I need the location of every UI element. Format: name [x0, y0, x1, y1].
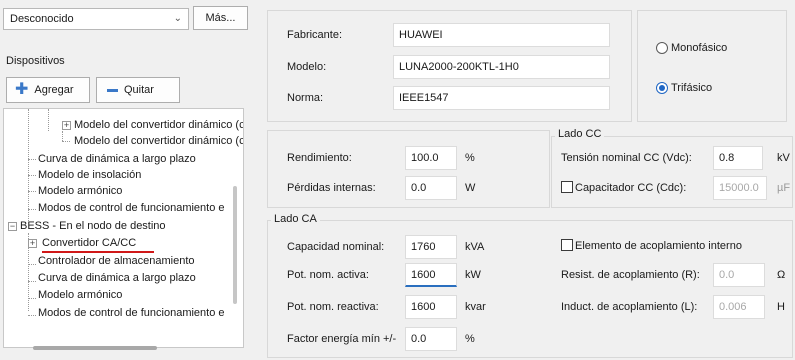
active-power-field[interactable]: 1600 [405, 263, 457, 287]
tree-item[interactable]: Modos de control de funcionamiento e [38, 200, 225, 216]
model-field[interactable]: LUNA2000-200KTL-1H0 [393, 55, 610, 79]
internal-losses-label: Pérdidas internas: [287, 182, 376, 194]
expand-icon[interactable]: + [62, 121, 71, 130]
devices-label: Dispositivos [6, 55, 65, 67]
active-power-unit: kW [465, 269, 481, 281]
tree-item[interactable]: Modelo armónico [38, 287, 122, 303]
coupling-inductance-unit: H [777, 301, 785, 313]
combo-value: Desconocido [10, 13, 74, 25]
more-button-label: Más... [205, 12, 236, 24]
dc-side-title: Lado CC [555, 128, 605, 140]
chevron-down-icon: ⌄ [173, 13, 182, 24]
standard-label: Norma: [287, 92, 324, 104]
minus-icon [107, 88, 118, 92]
tree-item[interactable]: Curva de dinámica a largo plazo [38, 151, 196, 167]
coupling-resistance-unit: Ω [777, 269, 786, 281]
dc-voltage-label: Tensión nominal CC (Vdc): [561, 152, 692, 164]
tree-item[interactable]: Curva de dinámica a largo plazo [38, 270, 196, 286]
device-tree[interactable]: + Modelo del convertidor dinámico (c Mod… [3, 108, 244, 348]
reactive-power-label: Pot. nom. reactiva: [287, 301, 379, 313]
tree-vertical-scrollbar[interactable] [233, 186, 237, 304]
remove-button[interactable]: Quitar [96, 77, 180, 103]
dc-capacitor-field[interactable]: 15000.0 [713, 176, 767, 200]
nominal-capacity-field[interactable]: 1760 [405, 235, 457, 259]
min-power-factor-label: Factor energía mín +/- [287, 333, 397, 345]
efficiency-unit: % [465, 152, 475, 164]
dc-voltage-field[interactable]: 0.8 [713, 146, 763, 170]
manufacturer-label: Fabricante: [287, 29, 343, 41]
reactive-power-field[interactable]: 1600 [405, 295, 457, 319]
triphase-label: Trifásico [671, 82, 713, 94]
coupling-resistance-field[interactable]: 0.0 [713, 263, 765, 287]
tree-item-bess[interactable]: BESS - En el nodo de destino [20, 218, 166, 234]
internal-losses-unit: W [465, 182, 476, 194]
tree-horizontal-scrollbar[interactable] [33, 346, 157, 350]
efficiency-field[interactable]: 100.0 [405, 146, 457, 170]
efficiency-label: Rendimiento: [287, 152, 352, 164]
device-type-combo[interactable]: Desconocido ⌄ [3, 8, 189, 30]
add-button[interactable]: ✚ Agregar [6, 77, 90, 103]
properties-panel: Fabricante: HUAWEI Modelo: LUNA2000-200K… [253, 0, 795, 360]
internal-coupling-checkbox[interactable] [561, 239, 573, 251]
model-label: Modelo: [287, 61, 327, 73]
plus-icon: ✚ [15, 81, 29, 98]
more-button[interactable]: Más... [193, 6, 248, 30]
monophase-label: Monofásico [671, 42, 728, 54]
coupling-inductance-label: Induct. de acoplamiento (L): [561, 301, 698, 313]
min-power-factor-field[interactable]: 0.0 [405, 327, 457, 351]
red-underline-mark [42, 251, 154, 253]
nominal-capacity-unit: kVA [465, 241, 485, 253]
collapse-icon[interactable]: − [8, 222, 17, 231]
monophase-radio[interactable] [656, 42, 668, 54]
remove-button-label: Quitar [124, 84, 154, 96]
active-power-label: Pot. nom. activa: [287, 269, 369, 281]
tree-item[interactable]: Modos de control de funcionamiento e [38, 305, 225, 321]
dc-capacitor-checkbox[interactable] [561, 181, 573, 193]
tree-item[interactable]: Controlador de almacenamiento [38, 253, 195, 269]
dc-capacitor-label: Capacitador CC (Cdc): [575, 182, 687, 194]
add-button-label: Agregar [34, 84, 74, 96]
internal-coupling-label: Elemento de acoplamiento interno [575, 240, 742, 252]
dc-voltage-unit: kV [777, 152, 790, 164]
manufacturer-field[interactable]: HUAWEI [393, 23, 610, 47]
ac-side-title: Lado CA [271, 213, 320, 225]
min-power-factor-unit: % [465, 333, 475, 345]
dc-capacitor-unit: µF [777, 182, 791, 194]
coupling-inductance-field[interactable]: 0.006 [713, 295, 765, 319]
tree-item-converter[interactable]: Convertidor CA/CC [42, 235, 136, 251]
standard-field[interactable]: IEEE1547 [393, 86, 610, 110]
nominal-capacity-label: Capacidad nominal: [287, 241, 385, 253]
coupling-resistance-label: Resist. de acoplamiento (R): [561, 269, 700, 281]
expand-icon[interactable]: + [28, 239, 37, 248]
triphase-radio[interactable] [656, 82, 668, 94]
phase-group [637, 10, 787, 122]
tree-item[interactable]: Modelo armónico [38, 183, 122, 199]
internal-losses-field[interactable]: 0.0 [405, 176, 457, 200]
left-panel: Desconocido ⌄ Más... Dispositivos ✚ Agre… [0, 0, 253, 360]
tree-item[interactable]: Modelo del convertidor dinámico (c [74, 117, 243, 133]
tree-item[interactable]: Modelo del convertidor dinámico (c [74, 133, 243, 149]
tree-item[interactable]: Modelo de insolación [38, 167, 141, 183]
reactive-power-unit: kvar [465, 301, 486, 313]
